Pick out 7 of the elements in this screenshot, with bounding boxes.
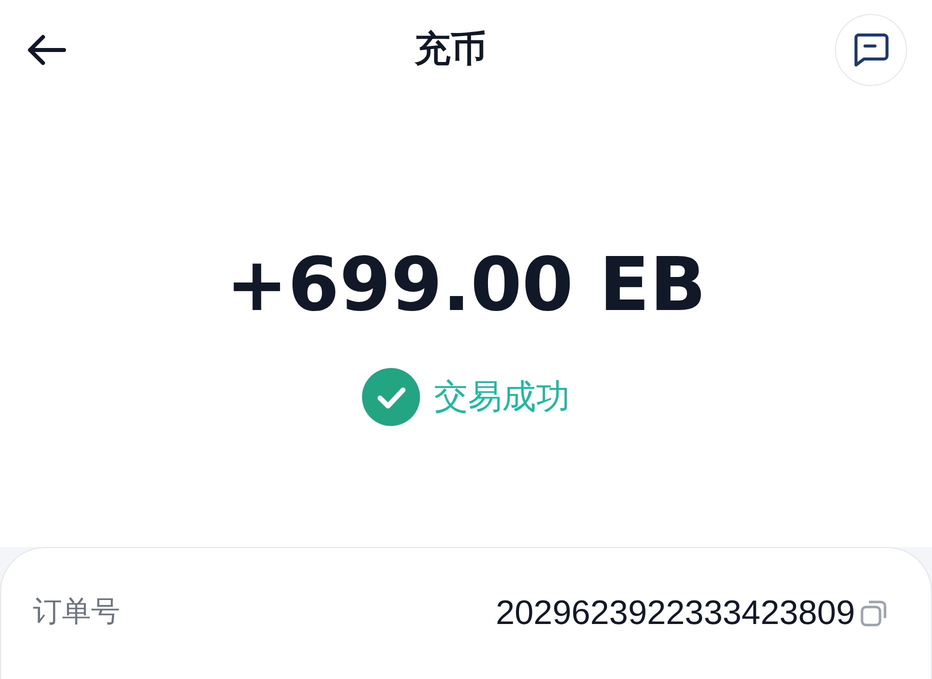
detail-value: 2029623922333423809 xyxy=(496,592,855,634)
page-title: 充币 xyxy=(414,28,486,72)
detail-label: 订单号 xyxy=(33,595,120,630)
amount: +699.00 EB xyxy=(226,248,706,322)
back-arrow-icon xyxy=(26,34,66,66)
status-text: 交易成功 xyxy=(434,376,570,418)
chat-icon xyxy=(852,32,890,68)
